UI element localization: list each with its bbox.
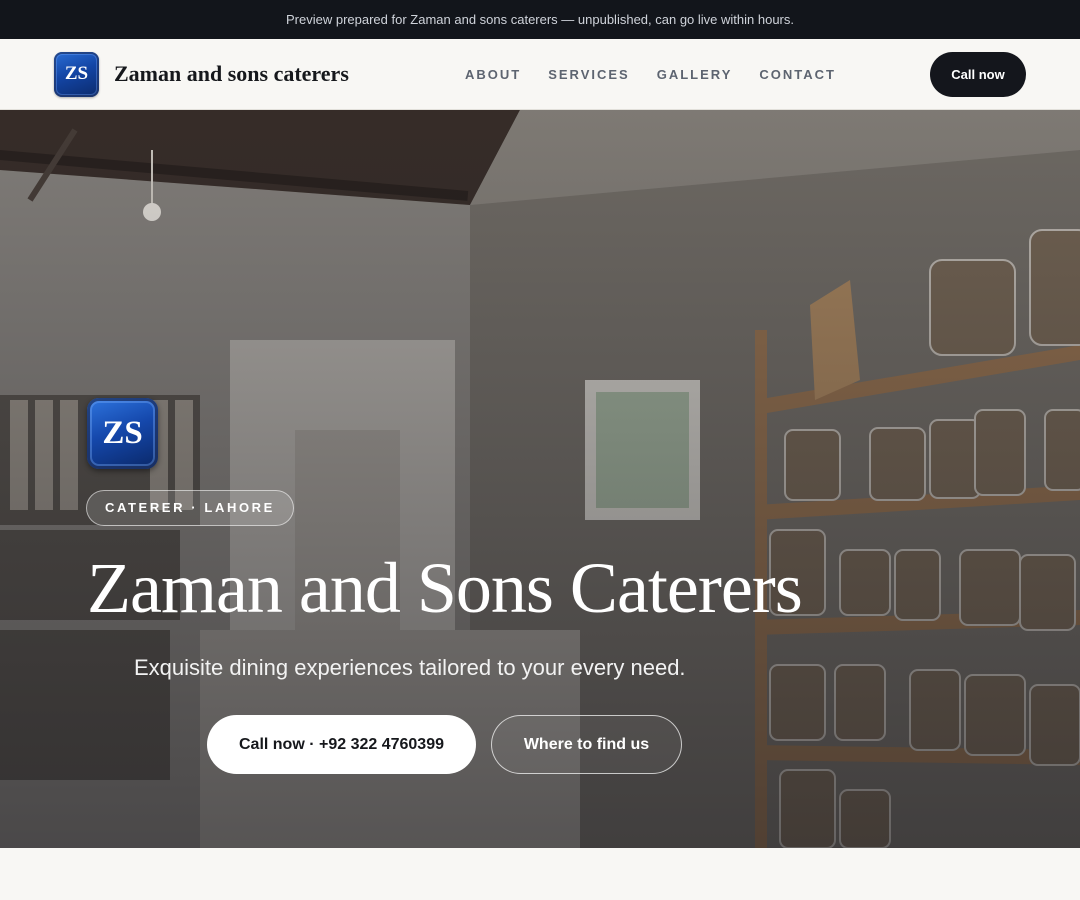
preview-banner-text: Preview prepared for Zaman and sons cate… xyxy=(286,12,794,27)
hero-title: Zaman and Sons Caterers xyxy=(87,548,803,628)
nav-link-gallery[interactable]: GALLERY xyxy=(657,67,733,82)
brand-name: Zaman and sons caterers xyxy=(114,61,349,86)
hero-section: ZS CATERER · LAHORE Zaman and Sons Cater… xyxy=(0,110,1080,848)
category-location-tag: CATERER · LAHORE xyxy=(86,490,294,526)
call-phone-button[interactable]: Call now · +92 322 4760399 xyxy=(207,715,476,774)
nav-link-about[interactable]: ABOUT xyxy=(465,67,521,82)
brand[interactable]: ZS Zaman and sons caterers xyxy=(54,51,349,97)
hero-actions: Call now · +92 322 4760399 Where to find… xyxy=(207,715,682,774)
nav-link-services[interactable]: SERVICES xyxy=(548,67,630,82)
hero-subtitle: Exquisite dining experiences tailored to… xyxy=(134,655,686,680)
nav-link-contact[interactable]: CONTACT xyxy=(759,67,836,82)
hero-logo: ZS xyxy=(87,398,158,469)
hero-content: ZS CATERER · LAHORE Zaman and Sons Cater… xyxy=(86,398,847,681)
below-hero-section xyxy=(0,848,1080,900)
brand-logo: ZS xyxy=(54,51,99,97)
main-nav: ABOUT SERVICES GALLERY CONTACT xyxy=(465,39,836,110)
where-to-find-us-button[interactable]: Where to find us xyxy=(491,715,682,774)
call-now-button[interactable]: Call now xyxy=(930,52,1026,97)
site-header: ZS Zaman and sons caterers ABOUT SERVICE… xyxy=(0,39,1080,110)
preview-banner: Preview prepared for Zaman and sons cate… xyxy=(0,0,1080,39)
